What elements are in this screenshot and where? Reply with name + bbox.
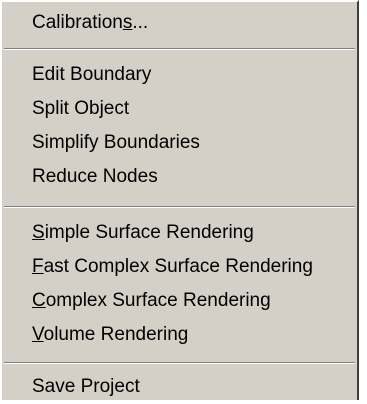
- menu-item-label: Simplify Boundaries: [32, 132, 200, 153]
- menu-item-label-post: imple Surface Rendering: [44, 222, 254, 243]
- menu-separator: [4, 48, 355, 50]
- menu-item-label-post: ast Complex Surface Rendering: [43, 256, 313, 277]
- menu-item-accelerator: C: [32, 290, 46, 311]
- menu-item-split-object[interactable]: Split Object: [32, 92, 129, 126]
- menu-item-accelerator: V: [32, 324, 44, 345]
- menu-item-complex-surface-rendering[interactable]: Complex Surface Rendering: [32, 284, 271, 318]
- menu-item-label-post: olume Rendering: [43, 324, 189, 345]
- context-menu: Calibrations... Edit Boundary Split Obje…: [0, 0, 359, 400]
- menu-item-simplify-boundaries[interactable]: Simplify Boundaries: [32, 126, 200, 160]
- menu-item-save-project[interactable]: Save Project: [32, 370, 140, 404]
- menu-item-reduce-nodes[interactable]: Reduce Nodes: [32, 160, 158, 194]
- menu-item-calibrations[interactable]: Calibrations...: [32, 6, 148, 40]
- menu-item-label-post: ...: [132, 12, 149, 33]
- menu-item-accelerator: S: [32, 222, 45, 243]
- menu-separator: [4, 362, 355, 364]
- menu-separator: [4, 206, 355, 208]
- menu-item-label: Reduce Nodes: [32, 166, 158, 187]
- menu-item-label: Save Project: [32, 376, 140, 397]
- menu-item-fast-complex-surface-rendering[interactable]: Fast Complex Surface Rendering: [32, 250, 313, 284]
- menu-item-label-post: omplex Surface Rendering: [45, 290, 271, 311]
- menu-item-simple-surface-rendering[interactable]: Simple Surface Rendering: [32, 216, 254, 250]
- menu-item-accelerator: F: [32, 256, 44, 277]
- menu-item-label-pre: Calibration: [32, 12, 123, 33]
- menu-item-volume-rendering[interactable]: Volume Rendering: [32, 318, 188, 352]
- menu-item-label: Edit Boundary: [32, 64, 152, 85]
- menu-item-edit-boundary[interactable]: Edit Boundary: [32, 58, 151, 92]
- menu-item-accelerator: s: [122, 12, 133, 33]
- menu-item-label: Split Object: [32, 98, 130, 119]
